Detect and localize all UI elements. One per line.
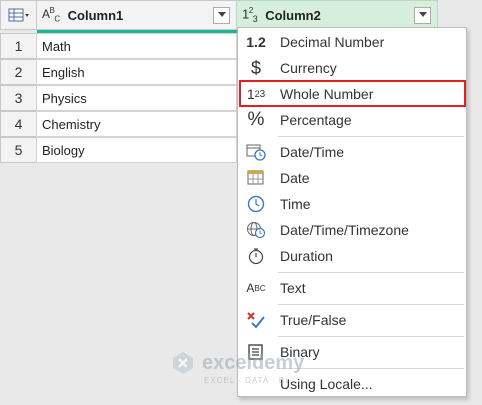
column1-header[interactable]: ABC Column1: [36, 0, 237, 30]
selection-highlight-box: [239, 80, 466, 107]
menu-separator: [278, 304, 464, 305]
column2-header[interactable]: 123 Column2: [236, 0, 438, 30]
menu-item-label: Using Locale...: [280, 376, 373, 392]
column1-filter-button[interactable]: [213, 6, 230, 24]
chevron-down-icon: [217, 12, 226, 17]
menu-item-date-time-timezone[interactable]: Date/Time/Timezone: [238, 217, 466, 243]
duration-icon: [238, 247, 274, 265]
row-number[interactable]: 5: [0, 137, 37, 163]
menu-item-text[interactable]: ABC Text: [238, 275, 466, 301]
row-number[interactable]: 4: [0, 111, 37, 137]
menu-item-date-time[interactable]: Date/Time: [238, 139, 466, 165]
column1-title: Column1: [67, 7, 124, 23]
timezone-icon: [238, 221, 274, 239]
menu-item-label: Time: [280, 196, 311, 212]
menu-item-duration[interactable]: Duration: [238, 243, 466, 269]
menu-item-label: Currency: [280, 60, 337, 76]
chevron-down-icon: [418, 12, 427, 17]
menu-item-percentage[interactable]: % Percentage: [238, 107, 466, 133]
true-false-icon: [238, 311, 274, 329]
percentage-icon: %: [247, 109, 265, 130]
menu-item-time[interactable]: Time: [238, 191, 466, 217]
table-cell[interactable]: English: [36, 59, 237, 85]
table-cell[interactable]: Math: [36, 33, 237, 59]
decimal-icon: 1.2: [246, 34, 266, 50]
table-cell[interactable]: Physics: [36, 85, 237, 111]
watermark-tagline: EXCEL · DATA · BI: [204, 376, 289, 385]
menu-item-decimal-number[interactable]: 1.2 Decimal Number: [238, 29, 466, 55]
table-cell[interactable]: Chemistry: [36, 111, 237, 137]
column2-filter-button[interactable]: [414, 6, 431, 24]
menu-item-label: Date: [280, 170, 310, 186]
currency-icon: $: [250, 57, 261, 78]
table-menu-button[interactable]: [0, 0, 37, 30]
menu-separator: [278, 336, 464, 337]
date-icon: [238, 170, 274, 186]
menu-item-currency[interactable]: $ Currency: [238, 55, 466, 81]
menu-item-label: Percentage: [280, 112, 352, 128]
text-icon: ABC: [246, 281, 266, 295]
row-number[interactable]: 1: [0, 33, 37, 59]
menu-separator: [278, 136, 464, 137]
menu-item-label: Date/Time/Timezone: [280, 222, 409, 238]
menu-separator: [278, 368, 464, 369]
menu-item-label: Text: [280, 280, 306, 296]
menu-item-label: Decimal Number: [280, 34, 385, 50]
menu-item-label: True/False: [280, 312, 347, 328]
menu-item-date[interactable]: Date: [238, 165, 466, 191]
datetime-icon: [238, 143, 274, 161]
data-type-menu: 1.2 Decimal Number $ Currency 123 Whole …: [237, 27, 467, 397]
time-icon: [238, 195, 274, 213]
menu-item-label: Date/Time: [280, 144, 345, 160]
menu-separator: [278, 272, 464, 273]
menu-item-true-false[interactable]: True/False: [238, 307, 466, 333]
whole-number-type-icon[interactable]: 123: [242, 6, 258, 24]
watermark: exceldemy EXCEL · DATA · BI: [170, 350, 305, 385]
table-cell[interactable]: Biology: [36, 137, 237, 163]
row-number[interactable]: 3: [0, 85, 37, 111]
text-type-icon[interactable]: ABC: [42, 6, 60, 23]
table-icon: [8, 8, 29, 22]
row-number[interactable]: 2: [0, 59, 37, 85]
exceldemy-logo-icon: [173, 352, 193, 374]
column2-title: Column2: [265, 7, 321, 23]
watermark-name: exceldemy: [202, 351, 305, 374]
menu-item-label: Duration: [280, 248, 333, 264]
